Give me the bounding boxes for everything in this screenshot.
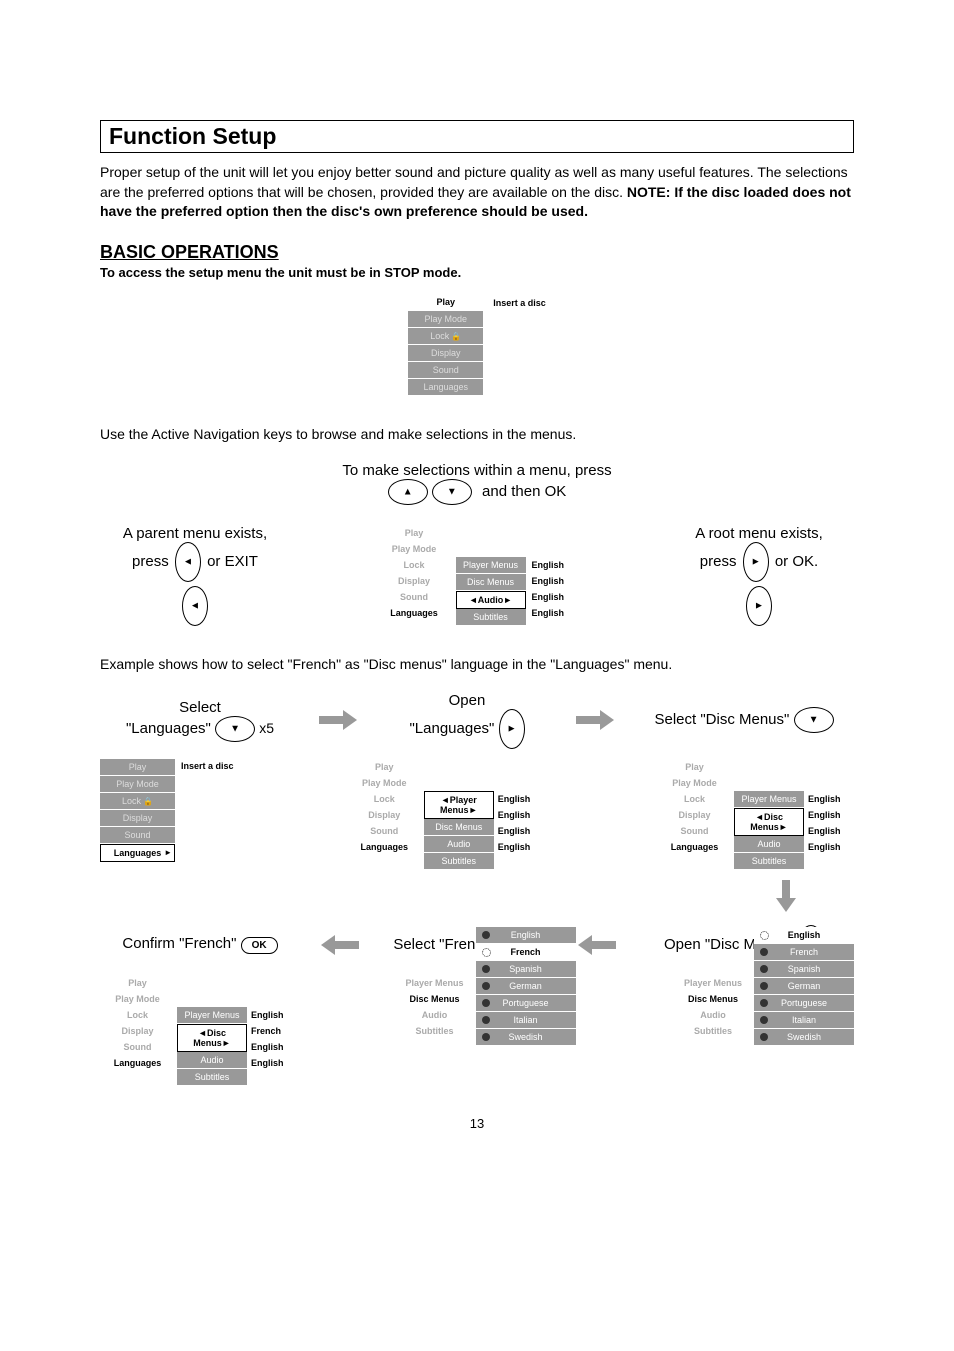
step6-label: Confirm "French" OK bbox=[100, 935, 300, 954]
menu-item-playmode: Play Mode bbox=[408, 311, 483, 328]
basic-operations-heading: BASIC OPERATIONS bbox=[100, 242, 854, 263]
left-button[interactable]: ◄ bbox=[175, 542, 201, 582]
step3-label: Select "Disc Menus" ▼ bbox=[634, 707, 854, 733]
submenu-step5-left: Player Menus Disc Menus Audio Subtitles bbox=[400, 975, 470, 1039]
parent-note-line1: A parent menu exists, bbox=[100, 525, 290, 542]
menu-step1: Play Play Mode Lock🔒 Display Sound Langu… bbox=[100, 759, 175, 862]
parent-note-press: press bbox=[132, 553, 169, 570]
arrow-icon bbox=[576, 712, 616, 728]
values-step6: English French English English bbox=[249, 1007, 297, 1071]
root-note-press: press bbox=[700, 553, 737, 570]
right-button-large[interactable]: ► bbox=[746, 586, 772, 626]
menu-step3-left: Play Play Mode Lock Display Sound Langua… bbox=[657, 759, 732, 855]
radio-list-step4: English French Spanish German Portuguese… bbox=[754, 927, 854, 1046]
values-center: English English English English bbox=[530, 557, 578, 621]
intro-text: Proper setup of the unit will let you en… bbox=[100, 163, 854, 222]
submenu-disc-menus: Disc Menus bbox=[456, 574, 526, 591]
menu-item-display: Display bbox=[408, 345, 483, 362]
submenu-step3: Player Menus ◄Disc Menus► Audio Subtitle… bbox=[734, 791, 804, 870]
submenu-subtitles: Subtitles bbox=[456, 609, 526, 626]
step1-label: Select"Languages" ▼ x5 bbox=[100, 699, 300, 742]
arrow-icon bbox=[576, 937, 616, 953]
submenu-step6: Player Menus ◄Disc Menus► Audio Subtitle… bbox=[177, 1007, 247, 1086]
menu-item-languages: Languages bbox=[408, 379, 483, 396]
insert-disc-label: Insert a disc bbox=[493, 298, 546, 308]
arrow-icon bbox=[319, 937, 359, 953]
nav-note: Use the Active Navigation keys to browse… bbox=[100, 426, 854, 442]
menu-item-play: Play bbox=[408, 294, 483, 311]
menu-item-sound: Sound bbox=[408, 362, 483, 379]
parent-note: A parent menu exists, press ◄ or EXIT ◄ bbox=[100, 525, 290, 626]
menu-step2-left: Play Play Mode Lock Display Sound Langua… bbox=[347, 759, 422, 855]
right-button[interactable]: ► bbox=[743, 542, 769, 582]
example-note: Example shows how to select "French" as … bbox=[100, 656, 854, 672]
submenu-step2: ◄Player Menus► Disc Menus Audio Subtitle… bbox=[424, 791, 494, 870]
lock-icon: 🔒 bbox=[451, 332, 461, 341]
step2-label: Open"Languages" ► bbox=[377, 692, 557, 749]
left-button-large[interactable]: ◄ bbox=[182, 586, 208, 626]
main-menu-initial: Play Play Mode Lock🔒 Display Sound Langu… bbox=[408, 294, 483, 396]
page-title: Function Setup bbox=[100, 120, 854, 153]
menu-step6-left: Play Play Mode Lock Display Sound Langua… bbox=[100, 975, 175, 1071]
arrow-down-icon bbox=[778, 880, 794, 910]
arrow-icon bbox=[319, 712, 359, 728]
values-step3: English English English English bbox=[806, 791, 854, 855]
ok-button[interactable]: OK bbox=[241, 937, 278, 954]
insert-disc-small: Insert a disc bbox=[181, 761, 234, 771]
root-note-ok: or OK. bbox=[775, 553, 818, 570]
root-note-line1: A root menu exists, bbox=[664, 525, 854, 542]
selections-note-post: and then OK bbox=[482, 483, 566, 500]
parent-note-exit: or EXIT bbox=[207, 553, 258, 570]
down-button-step1[interactable]: ▼ bbox=[215, 716, 255, 742]
right-button-step2[interactable]: ► bbox=[499, 709, 525, 749]
submenu-player-menus: Player Menus bbox=[456, 557, 526, 574]
main-menu-center: Play Play Mode Lock Display Sound Langua… bbox=[377, 525, 452, 621]
submenu-audio: ◄Audio► bbox=[456, 591, 526, 609]
up-button[interactable]: ▲ bbox=[388, 479, 428, 505]
radio-list-step5: English French Spanish German Portuguese… bbox=[476, 927, 576, 1046]
down-button-step3[interactable]: ▼ bbox=[794, 707, 834, 733]
selections-note: To make selections within a menu, press … bbox=[100, 462, 854, 505]
values-step2: English English English English bbox=[496, 791, 544, 855]
down-button[interactable]: ▼ bbox=[432, 479, 472, 505]
selections-note-pre: To make selections within a menu, press bbox=[342, 462, 611, 479]
submenu-center: Player Menus Disc Menus ◄Audio► Subtitle… bbox=[456, 557, 526, 626]
menu-item-lock: Lock🔒 bbox=[408, 328, 483, 345]
access-note: To access the setup menu the unit must b… bbox=[100, 265, 854, 280]
page-number: 13 bbox=[100, 1116, 854, 1131]
submenu-step4-left: Player Menus Disc Menus Audio Subtitles bbox=[678, 975, 748, 1039]
root-note: A root menu exists, press ► or OK. ► bbox=[664, 525, 854, 626]
